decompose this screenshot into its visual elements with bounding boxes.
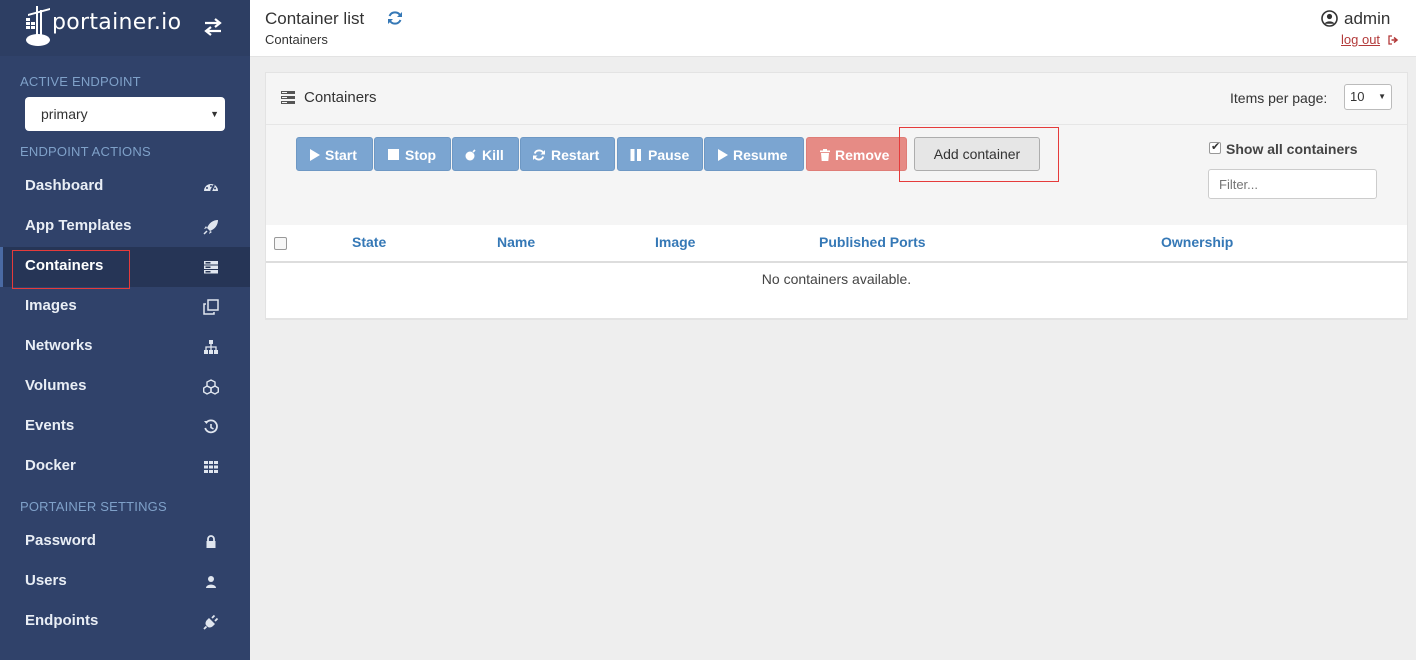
brand: portainer.io (0, 0, 250, 56)
column-header-name[interactable]: Name (497, 234, 535, 250)
column-header-ownership[interactable]: Ownership (1161, 234, 1233, 250)
containers-panel: Containers Items per page: 10 ▼ Start St… (265, 72, 1408, 320)
sidebar-item-events[interactable]: Events (0, 407, 250, 447)
empty-table-message: No containers available. (761, 271, 912, 287)
bomb-icon (465, 149, 476, 161)
clone-icon (203, 299, 219, 315)
refresh-icon[interactable] (387, 10, 403, 26)
panel-header: Containers Items per page: 10 ▼ (266, 73, 1407, 125)
endpoint-select-value: primary (41, 106, 88, 122)
sidebar-toggle-icon[interactable] (203, 18, 223, 36)
rocket-icon (203, 220, 218, 235)
sidebar-item-app-templates[interactable]: App Templates (0, 207, 250, 247)
sidebar-item-label: Users (25, 572, 67, 589)
sidebar: portainer.io ACTIVE ENDPOINT primary ▼ E… (0, 0, 250, 660)
stop-button[interactable]: Stop (374, 137, 451, 171)
containers-highlight-box (12, 250, 130, 289)
brand-name[interactable]: portainer.io (52, 10, 181, 35)
portainer-settings-title: PORTAINER SETTINGS (20, 499, 167, 514)
user-circle-icon (1321, 10, 1338, 27)
refresh-icon (533, 149, 545, 161)
items-per-page-value: 10 (1350, 89, 1365, 104)
chevron-down-icon: ▼ (1378, 92, 1386, 101)
lock-icon (206, 535, 216, 548)
sidebar-item-label: Images (25, 297, 77, 314)
table-header: State Name Image Published Ports Ownersh… (266, 225, 1407, 263)
panel-title: Containers (304, 89, 377, 106)
server-icon (281, 91, 295, 104)
restart-button[interactable]: Restart (520, 137, 615, 171)
sidebar-item-label: Networks (25, 337, 93, 354)
history-icon (204, 419, 218, 434)
server-icon (204, 261, 218, 274)
sidebar-item-users[interactable]: Users (0, 562, 250, 602)
cubes-icon (203, 379, 219, 395)
trash-icon (820, 149, 830, 161)
resume-button[interactable]: Resume (704, 137, 804, 171)
play-icon (718, 149, 728, 161)
column-header-image[interactable]: Image (655, 234, 695, 250)
sidebar-item-label: Dashboard (25, 177, 104, 194)
breadcrumb: Containers (265, 32, 328, 47)
sidebar-item-networks[interactable]: Networks (0, 327, 250, 367)
tachometer-icon (204, 184, 218, 192)
pause-icon (630, 149, 641, 161)
sign-out-icon[interactable] (1388, 35, 1399, 45)
username: admin (1344, 9, 1391, 28)
show-all-checkbox[interactable] (1209, 140, 1221, 154)
sidebar-item-volumes[interactable]: Volumes (0, 367, 250, 407)
remove-button[interactable]: Remove (806, 137, 907, 171)
plug-icon (203, 614, 219, 630)
user-icon (206, 576, 216, 588)
add-container-highlight-box (899, 127, 1059, 182)
th-icon (204, 461, 218, 473)
sidebar-item-label: App Templates (25, 217, 132, 234)
sidebar-item-password[interactable]: Password (0, 522, 250, 562)
sidebar-item-images[interactable]: Images (0, 287, 250, 327)
items-per-page-select[interactable]: 10 ▼ (1344, 84, 1392, 110)
active-endpoint-title: ACTIVE ENDPOINT (20, 74, 141, 89)
endpoint-select[interactable]: primary ▼ (25, 97, 225, 131)
show-all-label: Show all containers (1226, 141, 1358, 157)
items-per-page-label: Items per page: (1230, 90, 1328, 106)
sidebar-item-label: Volumes (25, 377, 87, 394)
sidebar-item-label: Endpoints (25, 612, 99, 629)
start-button[interactable]: Start (296, 137, 373, 171)
sidebar-item-label: Password (25, 532, 96, 549)
select-all-checkbox[interactable] (274, 237, 287, 250)
endpoint-actions-title: ENDPOINT ACTIONS (20, 144, 151, 159)
pause-button[interactable]: Pause (617, 137, 703, 171)
filter-input[interactable] (1208, 169, 1377, 199)
column-header-state[interactable]: State (352, 234, 386, 250)
chevron-down-icon: ▼ (210, 109, 219, 119)
top-header: Container list Containers admin log out (250, 0, 1416, 57)
sidebar-item-label: Docker (25, 457, 76, 474)
logout-link[interactable]: log out (1341, 32, 1380, 47)
play-icon (310, 149, 320, 161)
sitemap-icon (204, 340, 218, 354)
stop-icon (388, 149, 399, 160)
page-title: Container list (265, 9, 365, 28)
kill-button[interactable]: Kill (452, 137, 519, 171)
container-actions-toolbar: Start Stop Kill Restart Pause Resume Rem… (266, 125, 1407, 225)
sidebar-item-dashboard[interactable]: Dashboard (0, 167, 250, 207)
sidebar-item-docker[interactable]: Docker (0, 447, 250, 487)
sidebar-item-endpoints[interactable]: Endpoints (0, 602, 250, 642)
column-header-published-ports[interactable]: Published Ports (819, 234, 926, 250)
sidebar-item-label: Events (25, 417, 75, 434)
